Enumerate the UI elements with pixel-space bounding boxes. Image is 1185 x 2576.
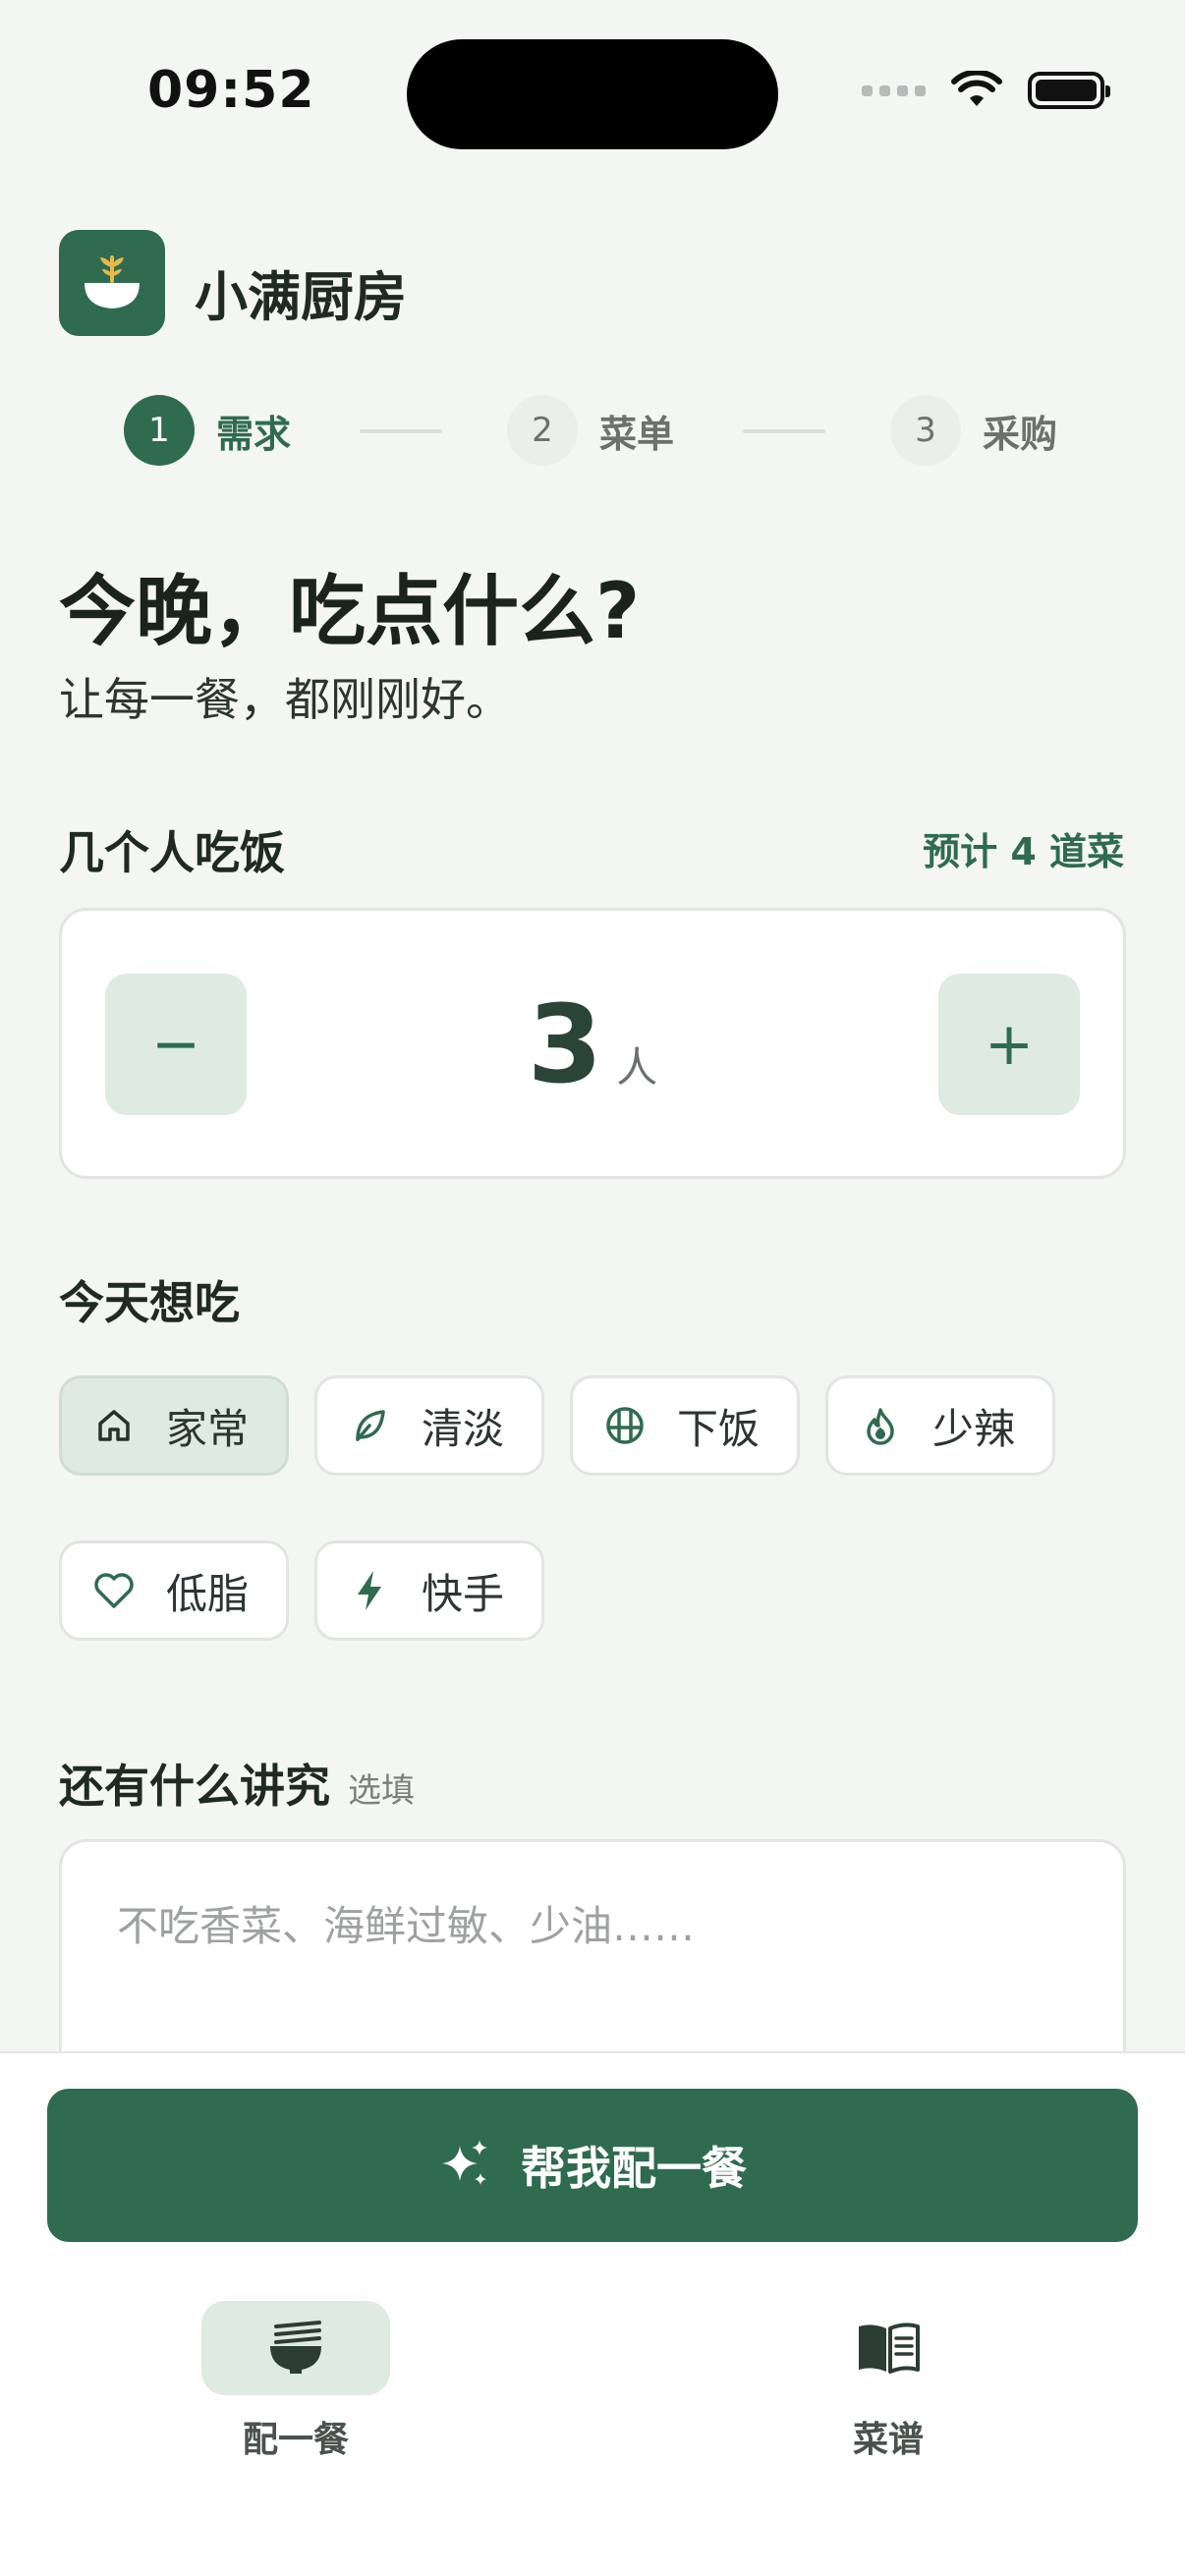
people-counter: − 3人 +: [59, 908, 1126, 1179]
sparkles-icon: [438, 2136, 493, 2195]
heart-icon: [91, 1568, 137, 1613]
people-count: 3: [527, 981, 603, 1107]
tab-recipes[interactable]: 菜谱: [794, 2301, 983, 2462]
chip-low-fat[interactable]: 低脂: [59, 1540, 289, 1641]
app-title: 小满厨房: [195, 266, 407, 328]
screen: 09:52 小满厨房 1 需求 2 菜单 3 采购 今晚，吃点什么? 让每一餐，…: [0, 0, 1185, 2576]
step-purchase: 3 采购: [890, 395, 1057, 466]
generate-meal-button[interactable]: 帮我配一餐: [47, 2089, 1138, 2242]
page-title: 今晚，吃点什么?: [59, 568, 641, 656]
step-label: 采购: [983, 412, 1058, 456]
people-unit: 人: [616, 1043, 658, 1092]
rice-bowl-icon: [602, 1403, 648, 1448]
status-indicators: [862, 71, 1110, 110]
step-number: 1: [124, 395, 195, 466]
chip-homestyle[interactable]: 家常: [59, 1375, 289, 1476]
chip-quick[interactable]: 快手: [314, 1540, 544, 1641]
chip-mild-spicy[interactable]: 少辣: [825, 1375, 1055, 1476]
cellular-signal-icon: [862, 84, 926, 96]
tab-meal-plan[interactable]: 配一餐: [201, 2301, 390, 2462]
step-requirements: 1 需求: [124, 395, 291, 466]
bolt-icon: [347, 1568, 392, 1613]
sprout-bowl-icon: [85, 255, 140, 308]
page-subtitle: 让每一餐，都刚刚好。: [59, 673, 511, 726]
chip-label: 快手: [422, 1569, 505, 1618]
bottom-panel: 帮我配一餐 配一餐 菜谱: [0, 2051, 1185, 2576]
recipe-book-icon: [794, 2301, 983, 2395]
cta-label: 帮我配一餐: [521, 2142, 747, 2195]
chip-label: 下饭: [677, 1404, 761, 1453]
chip-label: 清淡: [422, 1404, 505, 1453]
step-connector: [360, 429, 442, 433]
dynamic-island: [407, 39, 778, 149]
step-number: 3: [890, 395, 961, 466]
tab-label: 菜谱: [852, 2420, 924, 2460]
increment-button[interactable]: +: [938, 974, 1080, 1115]
noodle-bowl-icon: [201, 2301, 390, 2395]
leaf-icon: [347, 1403, 392, 1448]
battery-icon: [1028, 72, 1110, 109]
chip-label: 家常: [166, 1404, 250, 1453]
flame-icon: [858, 1403, 903, 1448]
notes-placeholder: 不吃香菜、海鲜过敏、少油……: [117, 1902, 696, 1950]
tab-label: 配一餐: [242, 2420, 349, 2460]
chip-label: 少辣: [932, 1404, 1016, 1453]
step-label: 菜单: [599, 412, 675, 456]
step-menu: 2 菜单: [507, 395, 674, 466]
wifi-icon: [951, 71, 1002, 106]
optional-tag: 选填: [348, 1771, 415, 1811]
step-number: 2: [507, 395, 578, 466]
notes-title-text: 还有什么讲究: [59, 1760, 330, 1813]
chip-rice-pairing[interactable]: 下饭: [570, 1375, 800, 1476]
people-section-title: 几个人吃饭: [59, 826, 285, 879]
chip-light[interactable]: 清淡: [314, 1375, 544, 1476]
chip-label: 低脂: [166, 1569, 250, 1618]
progress-stepper: 1 需求 2 菜单 3 采购: [124, 395, 1057, 466]
home-icon: [91, 1403, 137, 1448]
dish-estimate: 预计 4 道菜: [923, 830, 1124, 873]
preferences-section-title: 今天想吃: [59, 1276, 240, 1329]
step-label: 需求: [216, 412, 292, 456]
step-connector: [743, 429, 825, 433]
app-logo: [59, 230, 165, 336]
status-time: 09:52: [147, 61, 315, 120]
notes-section-title: 还有什么讲究 选填: [59, 1751, 415, 1816]
